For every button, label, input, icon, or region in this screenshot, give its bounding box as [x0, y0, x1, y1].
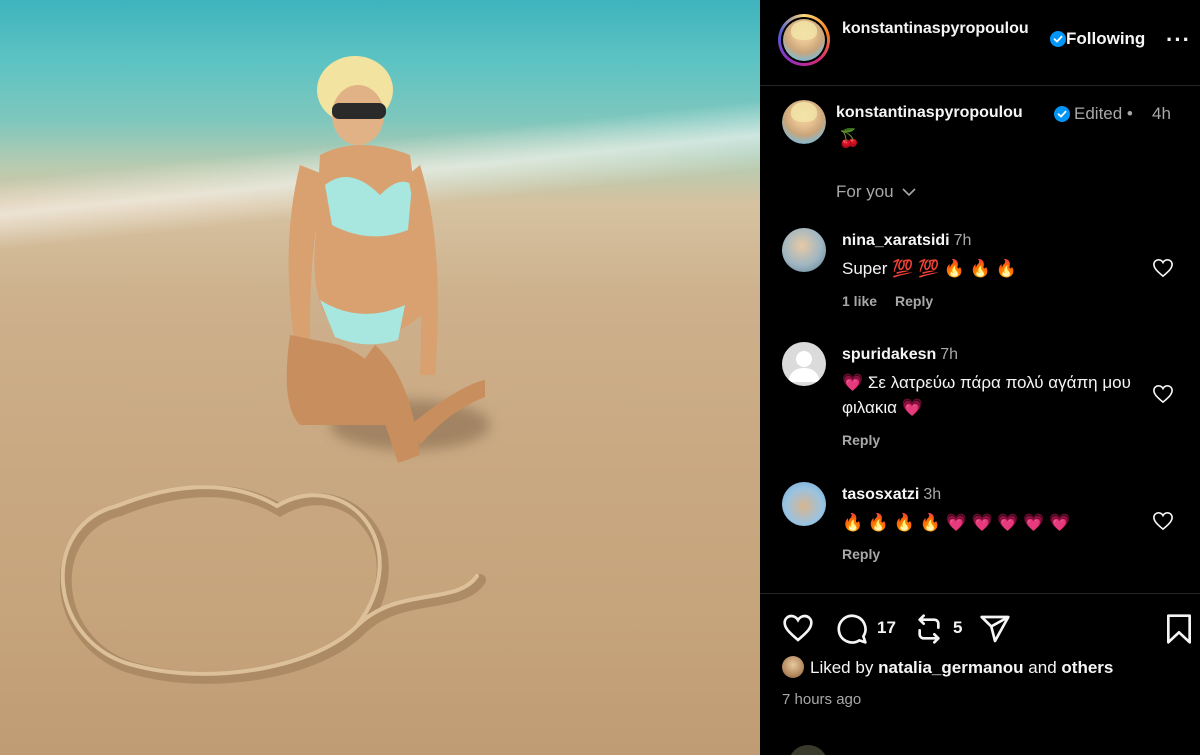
commenter-username[interactable]: nina_xaratsidi: [842, 232, 950, 249]
liked-by-middle: and: [1028, 658, 1057, 677]
post-photo[interactable]: [0, 0, 760, 755]
liker-username[interactable]: natalia_germanou: [878, 658, 1024, 677]
caption-username[interactable]: konstantinaspyropoulou: [836, 104, 1023, 122]
caption-author-avatar[interactable]: [782, 100, 826, 144]
liked-by-others-link[interactable]: others: [1061, 658, 1113, 677]
comment-text: 🔥 🔥 🔥 🔥 💗 💗 💗 💗 💗: [842, 513, 1071, 532]
comment-reply-button[interactable]: Reply: [895, 293, 933, 309]
verified-badge-icon: [1050, 31, 1066, 47]
commenter-avatar-default-icon[interactable]: [782, 342, 826, 386]
share-send-icon[interactable]: [979, 613, 1011, 645]
comment-sort-dropdown[interactable]: For you: [836, 182, 917, 202]
sand-heart-drawing: [60, 485, 486, 684]
like-heart-icon[interactable]: [782, 613, 814, 643]
author-avatar-story-ring[interactable]: [778, 14, 830, 66]
default-user-icon: [788, 351, 820, 382]
caption-avatar-image: [782, 100, 826, 144]
save-bookmark-icon[interactable]: [1164, 613, 1194, 645]
author-username[interactable]: konstantinaspyropoulou: [842, 18, 1054, 40]
edited-label: Edited •: [1074, 104, 1133, 123]
commenter-username[interactable]: tasosxatzi: [842, 486, 919, 503]
caption-text: 🍒: [838, 128, 861, 148]
comment-count: 17: [877, 618, 896, 637]
commenter-username[interactable]: spuridakesn: [842, 346, 936, 363]
comment-like-heart-icon[interactable]: [1152, 258, 1174, 278]
following-button[interactable]: Following: [1066, 29, 1145, 49]
author-avatar: [783, 19, 825, 61]
comment-time[interactable]: 7h: [954, 232, 972, 249]
comment-reply-button[interactable]: Reply: [842, 546, 880, 562]
more-options-icon[interactable]: ···: [1166, 27, 1191, 53]
comment-time[interactable]: 3h: [923, 486, 941, 503]
caption-time[interactable]: 4h: [1152, 104, 1171, 124]
repost-count: 5: [953, 618, 963, 637]
post-timestamp[interactable]: 7 hours ago: [782, 691, 861, 708]
comment-like-count[interactable]: 1 like: [842, 293, 877, 309]
divider: [760, 593, 1200, 594]
liked-by-prefix: Liked by: [810, 658, 874, 677]
comment-text: 💗 Σε λατρεύω πάρα πολύ αγάπη μου φιλακια…: [842, 373, 1131, 417]
comment-icon[interactable]: [836, 613, 868, 645]
liked-by-row: Liked by natalia_germanou and others: [782, 656, 1113, 678]
chevron-down-icon: [902, 188, 916, 197]
comment-like-heart-icon[interactable]: [1152, 384, 1174, 404]
post-side-panel: konstantinaspyropoulou Following ··· kon…: [760, 0, 1200, 755]
post-header: konstantinaspyropoulou Following ···: [760, 0, 1200, 86]
current-user-avatar: [788, 745, 828, 755]
comment-reply-button[interactable]: Reply: [842, 432, 880, 448]
liker-avatar[interactable]: [782, 656, 804, 678]
comment-sort-label: For you: [836, 182, 894, 201]
woman-figure: [286, 56, 485, 463]
comment-text: Super 💯 💯 🔥 🔥 🔥: [842, 259, 1017, 278]
commenter-avatar[interactable]: [782, 228, 826, 272]
verified-badge-icon: [1054, 106, 1070, 122]
comment-time[interactable]: 7h: [940, 346, 958, 363]
repost-icon[interactable]: [913, 613, 945, 645]
commenter-avatar[interactable]: [782, 482, 826, 526]
comment-like-heart-icon[interactable]: [1152, 511, 1174, 531]
